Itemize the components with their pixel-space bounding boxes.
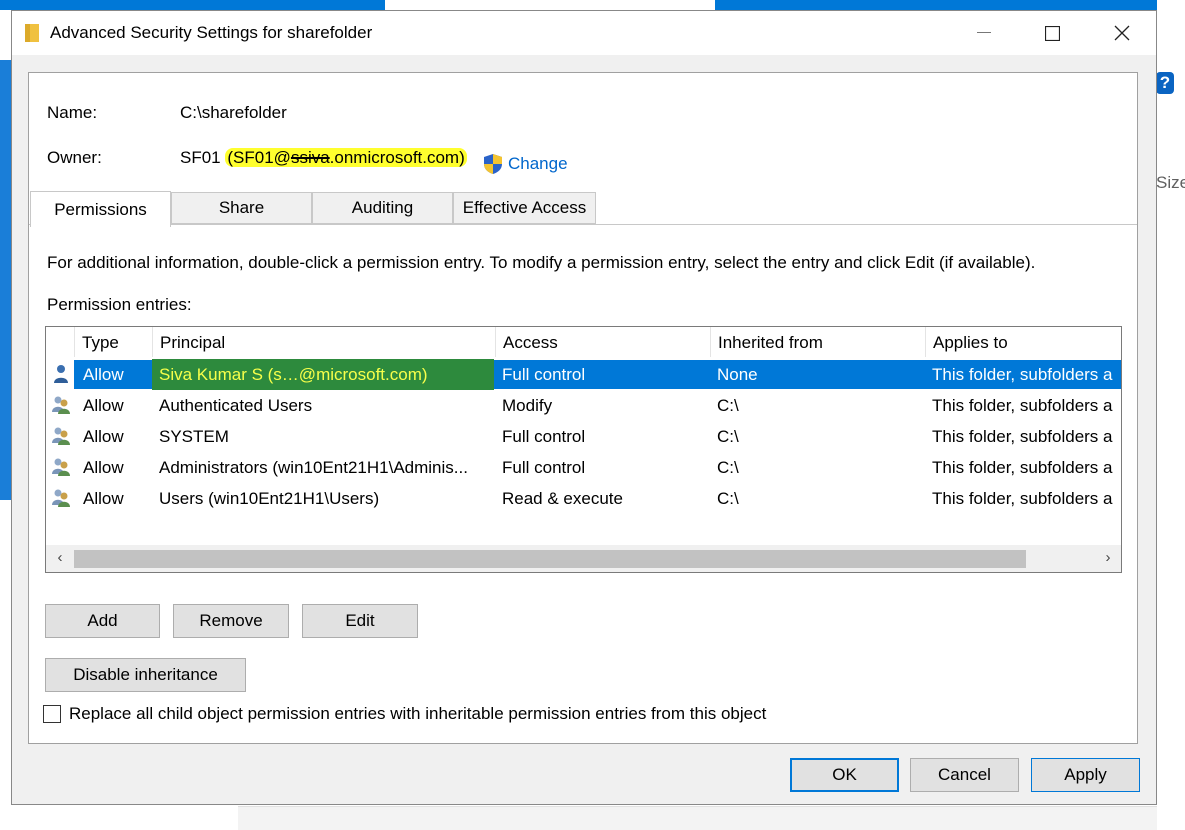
- close-button[interactable]: [1087, 11, 1157, 55]
- add-button[interactable]: Add: [45, 604, 160, 638]
- group-icon: [52, 427, 70, 445]
- tab-effective-access[interactable]: Effective Access: [453, 192, 596, 224]
- background-app-edge: [0, 60, 11, 500]
- folder-icon: [25, 24, 39, 42]
- cell-principal: Siva Kumar S (s…@microsoft.com): [152, 359, 494, 390]
- background-app-bar: [0, 0, 1185, 10]
- maximize-button[interactable]: [1017, 11, 1087, 55]
- group-icon: [52, 458, 70, 476]
- background-app-right: [1157, 0, 1185, 829]
- minimize-button[interactable]: [949, 11, 1019, 55]
- owner-email-suffix: .onmicrosoft.com): [329, 148, 465, 167]
- background-help-icon: ?: [1156, 72, 1174, 94]
- column-header-applies-to[interactable]: Applies to: [925, 327, 1121, 357]
- name-label: Name:: [47, 103, 98, 122]
- disable-inheritance-button[interactable]: Disable inheritance: [45, 658, 246, 692]
- cell-type: Allow: [83, 427, 124, 446]
- table-row[interactable]: Allow Siva Kumar S (s…@microsoft.com) Fu…: [46, 359, 1121, 390]
- permission-entries-list[interactable]: Type Principal Access Inherited from App…: [45, 326, 1122, 573]
- background-size-fragment: Size: [1156, 173, 1185, 192]
- owner-email-redacted: ssiva: [290, 148, 330, 167]
- scroll-right-icon[interactable]: ›: [1100, 549, 1116, 567]
- owner-label: Owner:: [47, 148, 102, 167]
- permission-entries-label: Permission entries:: [47, 295, 192, 314]
- column-header-access[interactable]: Access: [495, 327, 710, 357]
- cell-principal: Administrators (win10Ent21H1\Adminis...: [159, 458, 468, 477]
- advanced-security-dialog: Advanced Security Settings for sharefold…: [11, 10, 1157, 805]
- cell-type: Allow: [83, 365, 124, 384]
- cell-inherited: C:\: [717, 458, 739, 477]
- cell-principal: Users (win10Ent21H1\Users): [159, 489, 380, 508]
- cell-inherited: C:\: [717, 489, 739, 508]
- tab-effective-access-label: Effective Access: [462, 198, 587, 217]
- table-row[interactable]: Allow Administrators (win10Ent21H1\Admin…: [46, 452, 1121, 483]
- apply-button[interactable]: Apply: [1031, 758, 1140, 792]
- cell-inherited: C:\: [717, 396, 739, 415]
- close-icon: [1114, 25, 1130, 41]
- cell-type: Allow: [83, 458, 124, 477]
- column-header-inherited-from[interactable]: Inherited from: [710, 327, 925, 357]
- change-owner-link[interactable]: Change: [483, 153, 568, 175]
- table-row[interactable]: Allow Users (win10Ent21H1\Users) Read & …: [46, 483, 1121, 514]
- replace-child-permissions-checkbox[interactable]: [43, 705, 61, 723]
- cell-access: Modify: [502, 396, 553, 415]
- maximize-icon: [1044, 25, 1060, 41]
- ok-button[interactable]: OK: [790, 758, 899, 792]
- title-bar[interactable]: Advanced Security Settings for sharefold…: [12, 11, 1156, 55]
- column-header-principal[interactable]: Principal: [152, 327, 495, 357]
- cell-access: Full control: [502, 427, 586, 446]
- edit-button[interactable]: Edit: [302, 604, 418, 638]
- cell-applies: This folder, subfolders a: [932, 458, 1113, 477]
- tab-share-label: Share: [218, 198, 265, 217]
- cell-type: Allow: [83, 489, 124, 508]
- owner-email-prefix: (SF01@: [227, 148, 291, 167]
- scrollbar-thumb[interactable]: [74, 550, 1026, 568]
- owner-email: (SF01@ssiva.onmicrosoft.com): [225, 148, 467, 167]
- tab-strip-border: [29, 224, 1137, 225]
- horizontal-scrollbar[interactable]: ‹ ›: [46, 545, 1121, 572]
- list-header: Type Principal Access Inherited from App…: [46, 327, 1121, 357]
- owner-name: SF01: [180, 148, 221, 167]
- info-text: For additional information, double-click…: [47, 253, 1036, 272]
- cell-applies: This folder, subfolders a: [932, 365, 1113, 384]
- cell-applies: This folder, subfolders a: [932, 427, 1113, 446]
- cell-inherited: C:\: [717, 427, 739, 446]
- cell-applies: This folder, subfolders a: [932, 489, 1113, 508]
- cell-principal: Authenticated Users: [159, 396, 313, 415]
- scroll-left-icon[interactable]: ‹: [52, 549, 68, 567]
- tab-auditing[interactable]: Auditing: [312, 192, 453, 224]
- cell-principal: SYSTEM: [159, 427, 229, 446]
- cancel-button[interactable]: Cancel: [910, 758, 1019, 792]
- tab-permissions[interactable]: Permissions: [30, 191, 171, 227]
- background-bottom-strip: [238, 806, 1157, 830]
- table-row[interactable]: Allow SYSTEM Full control C:\ This folde…: [46, 421, 1121, 452]
- minimize-icon: [977, 32, 991, 33]
- cell-access: Full control: [502, 365, 586, 384]
- group-icon: [52, 396, 70, 414]
- remove-button[interactable]: Remove: [173, 604, 289, 638]
- change-link-text: Change: [508, 154, 568, 173]
- main-panel: Name: C:\sharefolder Owner: SF01 (SF01@s…: [28, 72, 1138, 744]
- name-value: C:\sharefolder: [180, 103, 287, 122]
- cell-access: Full control: [502, 458, 586, 477]
- user-icon: [54, 365, 68, 383]
- table-row[interactable]: Allow Authenticated Users Modify C:\ Thi…: [46, 390, 1121, 421]
- cell-access: Read & execute: [502, 489, 623, 508]
- group-icon: [52, 489, 70, 507]
- window-title: Advanced Security Settings for sharefold…: [50, 23, 373, 42]
- column-header-type[interactable]: Type: [74, 327, 152, 357]
- tab-permissions-label: Permissions: [54, 199, 147, 219]
- uac-shield-icon: [484, 154, 502, 174]
- replace-child-permissions-label[interactable]: Replace all child object permission entr…: [69, 704, 766, 724]
- cell-type: Allow: [83, 396, 124, 415]
- tab-auditing-label: Auditing: [351, 198, 414, 217]
- owner-value: SF01 (SF01@ssiva.onmicrosoft.com): [180, 148, 467, 168]
- cell-inherited: None: [717, 365, 758, 384]
- cell-applies: This folder, subfolders a: [932, 396, 1113, 415]
- tab-share[interactable]: Share: [171, 192, 312, 224]
